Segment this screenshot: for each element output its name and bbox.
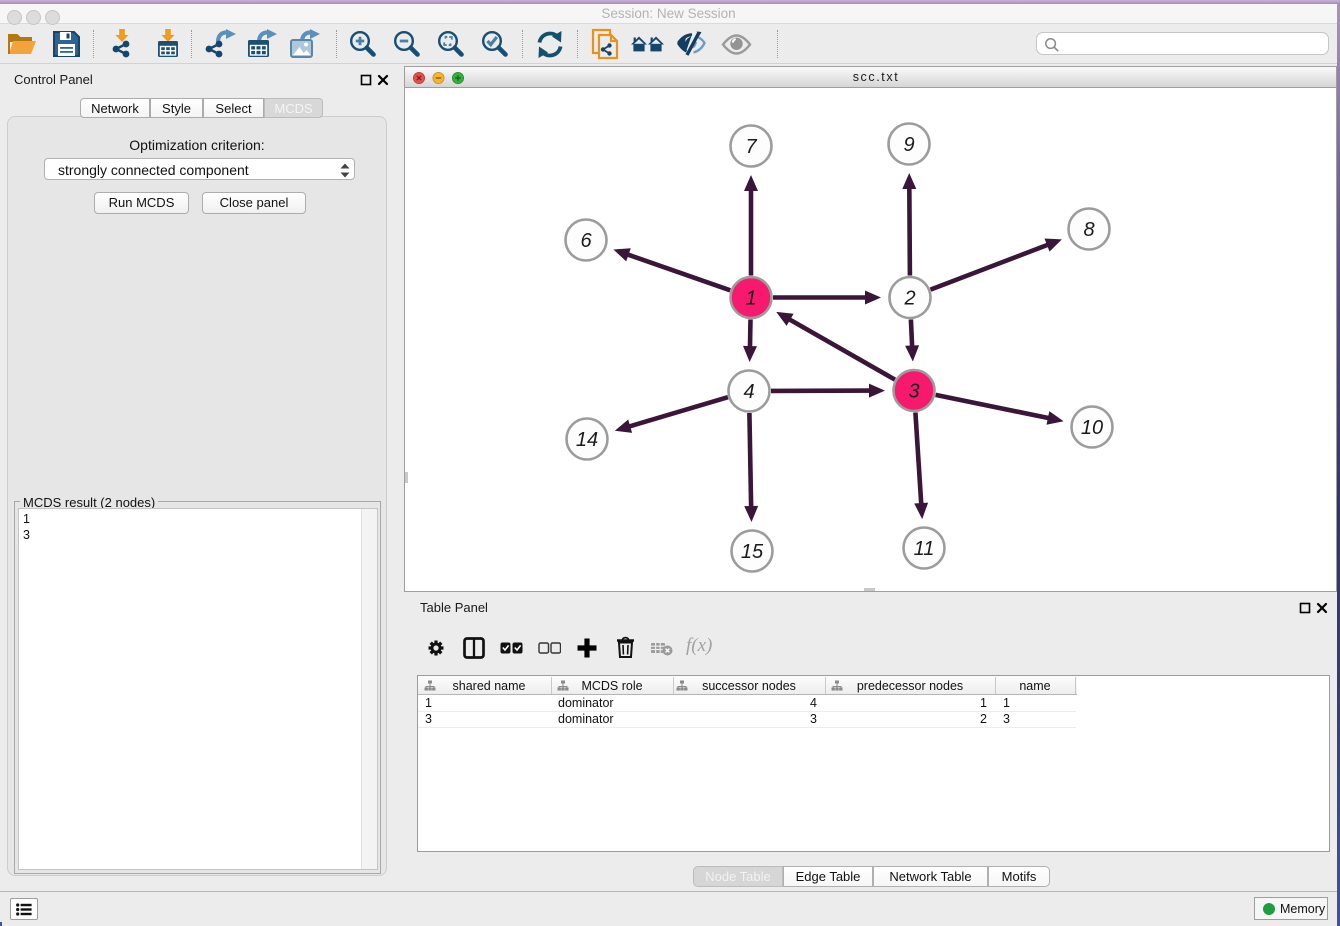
svg-text:7: 7 xyxy=(745,136,757,158)
svg-text:15: 15 xyxy=(741,541,764,563)
svg-text:3: 3 xyxy=(908,381,919,403)
svg-text:11: 11 xyxy=(914,538,935,560)
svg-text:6: 6 xyxy=(580,230,592,252)
svg-text:8: 8 xyxy=(1083,219,1094,241)
svg-text:14: 14 xyxy=(576,429,598,451)
svg-text:10: 10 xyxy=(1081,417,1103,439)
svg-text:2: 2 xyxy=(903,288,915,310)
svg-text:1: 1 xyxy=(745,288,756,310)
svg-text:4: 4 xyxy=(743,381,754,403)
svg-text:9: 9 xyxy=(903,134,914,156)
